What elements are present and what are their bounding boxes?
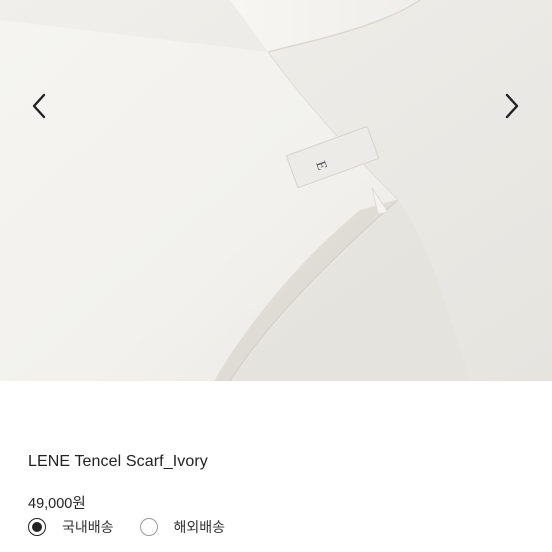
product-page: E LENE Tencel Scarf_Ivory 49,000원 국내배송 해… xyxy=(0,0,552,552)
international-radio[interactable] xyxy=(139,518,158,536)
carousel-next-button[interactable] xyxy=(493,88,529,124)
shipping-option-label: 국내배송 xyxy=(62,519,114,535)
chevron-right-icon xyxy=(505,93,519,119)
shipping-option-label: 해외배송 xyxy=(173,519,226,535)
product-title: LENE Tencel Scarf_Ivory xyxy=(28,453,208,470)
chevron-left-icon xyxy=(32,93,46,119)
carousel-prev-button[interactable] xyxy=(22,88,58,124)
radio-selected-dot xyxy=(32,522,42,532)
product-price: 49,000원 xyxy=(28,496,86,512)
shipping-options: 국내배송 해외배송 xyxy=(28,517,251,537)
domestic-radio[interactable] xyxy=(28,518,46,536)
product-image-carousel[interactable]: E xyxy=(0,0,552,381)
product-photo xyxy=(0,0,552,381)
shipping-option-international[interactable]: 해외배송 xyxy=(139,517,226,537)
shipping-option-domestic[interactable]: 국내배송 xyxy=(28,517,114,537)
